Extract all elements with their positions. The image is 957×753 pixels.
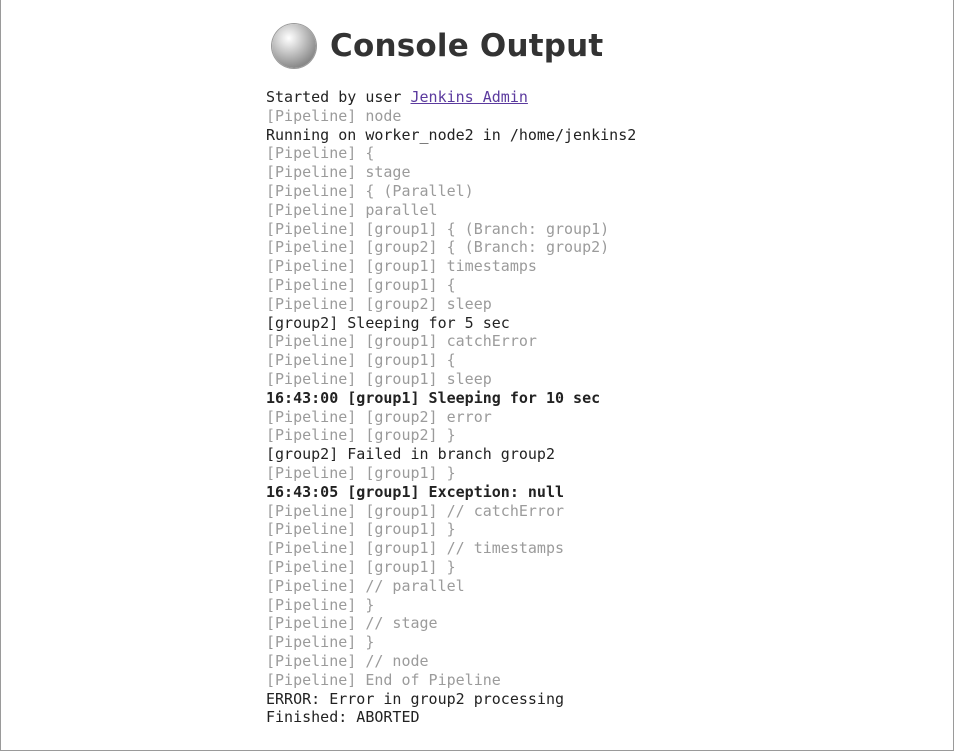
console-lines: [Pipeline] node Running on worker_node2 i… [266, 107, 636, 727]
console-line: [Pipeline] [group1] { (Branch: group1) [266, 219, 610, 238]
console-line: [Pipeline] [group2] error [266, 407, 492, 426]
console-line: [Pipeline] [group2] { (Branch: group2) [266, 238, 610, 257]
console-line: [Pipeline] stage [266, 163, 411, 182]
console-line: [Pipeline] [group2] } [266, 426, 456, 445]
console-line: [Pipeline] [group1] } [266, 557, 456, 576]
console-line: [Pipeline] [group1] // timestamps [266, 539, 565, 558]
console-line: [Pipeline] { (Parallel) [266, 181, 474, 200]
console-line: [group2] Failed in branch group2 [266, 445, 555, 464]
console-line: 16:43:00 [group1] Sleeping for 10 sec [266, 389, 636, 408]
console-line-text: [group1] Exception: null [338, 482, 565, 501]
console-line: [Pipeline] // parallel [266, 576, 465, 595]
console-line: [Pipeline] [group1] // catchError [266, 501, 565, 520]
console-line: [Pipeline] } [266, 633, 375, 652]
console-header: Console Output [272, 24, 603, 68]
console-line: Finished: ABORTED [266, 708, 420, 727]
console-line: 16:43:05 [group1] Exception: null [266, 483, 636, 502]
console-line: [Pipeline] node [266, 106, 402, 125]
timestamp: 16:43:05 [266, 482, 339, 501]
user-link[interactable]: Jenkins Admin [411, 88, 528, 106]
console-line: [Pipeline] [group1] } [266, 520, 456, 539]
console-line: [Pipeline] // node [266, 651, 429, 670]
console-line: [Pipeline] } [266, 595, 375, 614]
console-line: [Pipeline] [group1] sleep [266, 369, 492, 388]
console-line: [Pipeline] [group1] { [266, 351, 456, 370]
console-line: [group2] Sleeping for 5 sec [266, 313, 510, 332]
timestamp: 16:43:00 [266, 388, 339, 407]
console-line: [Pipeline] [group1] { [266, 275, 456, 294]
console-line: [Pipeline] // stage [266, 614, 438, 633]
console-line: Running on worker_node2 in /home/jenkins… [266, 125, 637, 144]
console-line: [Pipeline] [group1] timestamps [266, 257, 537, 276]
console-line: [Pipeline] [group2] sleep [266, 294, 492, 313]
console-line-text: [group1] Sleeping for 10 sec [338, 388, 601, 407]
page-title: Console Output [330, 28, 604, 64]
console-line: [Pipeline] [group1] } [266, 463, 456, 482]
console-line: [Pipeline] [group1] catchError [266, 332, 537, 351]
console-line-started: Started by user Jenkins Admin [266, 88, 636, 107]
console-line: ERROR: Error in group2 processing [266, 689, 565, 708]
console-line: [Pipeline] { [266, 144, 375, 163]
started-by-text: Started by user [266, 88, 411, 106]
console-output: Started by user Jenkins Admin [Pipeline] … [266, 88, 636, 727]
console-line: [Pipeline] End of Pipeline [266, 670, 501, 689]
console-line: [Pipeline] parallel [266, 200, 438, 219]
grey-status-ball-icon [272, 24, 316, 68]
